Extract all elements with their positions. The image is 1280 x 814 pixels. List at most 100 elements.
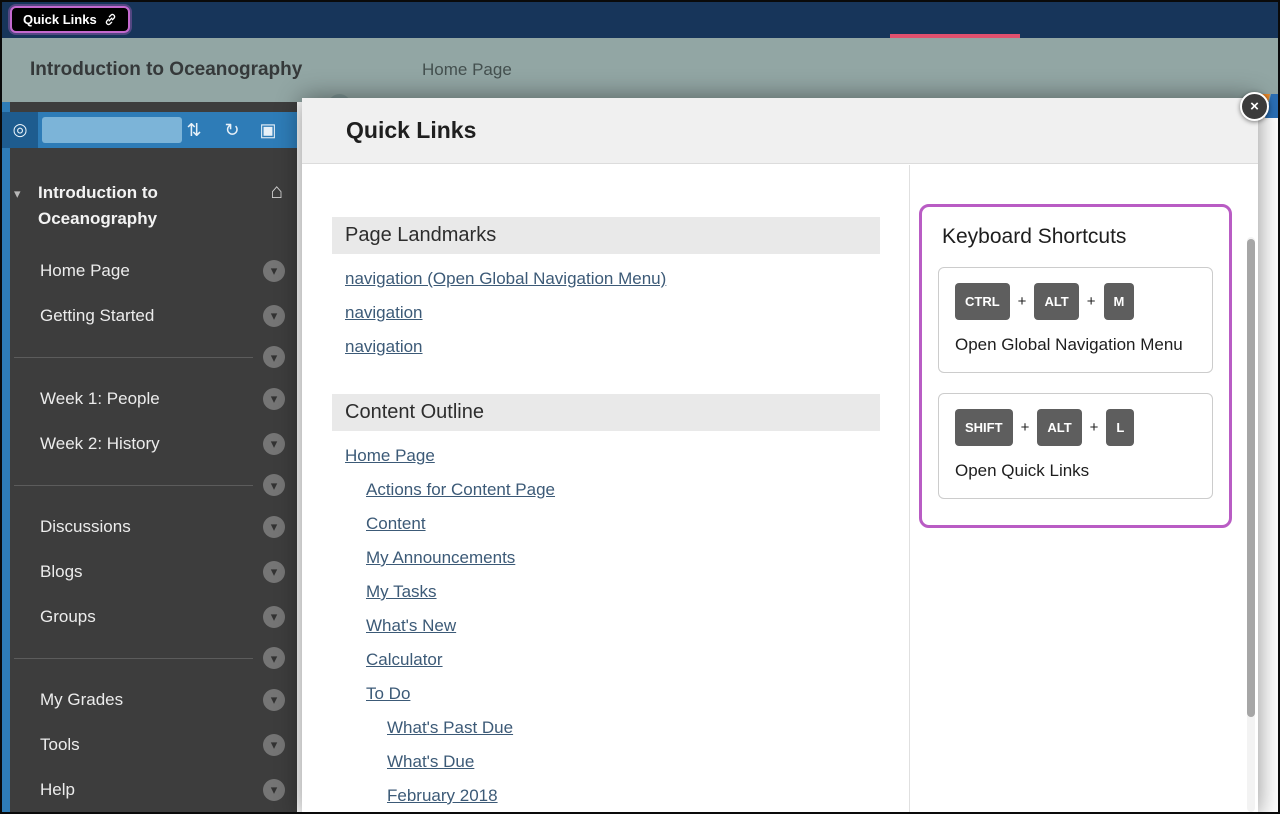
list-item: Home Page <box>345 439 880 473</box>
chevron-down-icon[interactable]: ▾ <box>263 734 285 756</box>
chevron-down-icon[interactable]: ▾ <box>263 346 285 368</box>
shortcut-keys: SHIFT + ALT + L <box>955 409 1196 446</box>
landmark-link[interactable]: navigation <box>345 337 423 357</box>
outline-link[interactable]: What's Past Due <box>387 718 513 738</box>
plus-sign: + <box>1087 293 1096 310</box>
outline-link[interactable]: February 2018 <box>387 786 498 806</box>
landmark-links: navigation (Open Global Navigation Menu)… <box>332 254 880 364</box>
landmark-link[interactable]: navigation (Open Global Navigation Menu) <box>345 269 666 289</box>
chevron-down-icon[interactable]: ▾ <box>263 779 285 801</box>
sidebar-item-tools[interactable]: Tools ▾ <box>10 722 297 767</box>
breadcrumb: Home Page <box>422 38 512 102</box>
list-item: Actions for Content Page <box>345 473 880 507</box>
chevron-down-icon[interactable]: ▾ <box>263 647 285 669</box>
sidebar-item-week-2-history[interactable]: Week 2: History ▾ <box>10 421 297 466</box>
outline-link[interactable]: My Announcements <box>366 548 515 568</box>
sidebar-divider: ▾ <box>10 338 297 376</box>
keyboard-shortcuts-panel: Keyboard Shortcuts CTRL + ALT + M Open G… <box>919 204 1232 528</box>
chevron-down-icon[interactable]: ▾ <box>263 689 285 711</box>
list-item: Content <box>345 507 880 541</box>
page-title: Introduction to Oceanography <box>30 38 302 102</box>
list-item: navigation <box>345 330 880 364</box>
sidebar-course-name[interactable]: Introduction to Oceanography <box>38 180 262 232</box>
outline-links: Home Page Actions for Content Page Conte… <box>332 431 880 813</box>
chevron-down-icon[interactable]: ▾ <box>263 260 285 282</box>
refresh-button[interactable]: ↻ <box>218 112 246 148</box>
sidebar-item-label: Week 1: People <box>40 389 263 409</box>
chevron-down-icon[interactable]: ▾ <box>263 433 285 455</box>
plus-sign: + <box>1021 419 1030 436</box>
shortcut-card: SHIFT + ALT + L Open Quick Links <box>938 393 1213 499</box>
outline-link[interactable]: To Do <box>366 684 410 704</box>
outline-link[interactable]: What's Due <box>387 752 474 772</box>
view-toggle-button[interactable]: ◎ <box>2 112 38 148</box>
divider <box>14 357 253 358</box>
list-item: My Tasks <box>345 575 880 609</box>
outline-link[interactable]: Home Page <box>345 446 435 466</box>
menu-display-box[interactable] <box>42 117 182 143</box>
key-cap: SHIFT <box>955 409 1013 446</box>
list-item: To Do <box>345 677 880 711</box>
list-item: My Announcements <box>345 541 880 575</box>
caret-down-icon[interactable]: ▾ <box>14 186 28 232</box>
key-cap: CTRL <box>955 283 1010 320</box>
sidebar-course-title[interactable]: ▾ Introduction to Oceanography ⌂ <box>10 172 297 248</box>
sidebar-item-home-page[interactable]: Home Page ▾ <box>10 248 297 293</box>
sidebar-item-blogs[interactable]: Blogs ▾ <box>10 549 297 594</box>
quick-links-label: Quick Links <box>23 12 97 27</box>
key-cap: ALT <box>1037 409 1081 446</box>
close-button[interactable]: × <box>1240 92 1269 121</box>
list-item: navigation (Open Global Navigation Menu) <box>345 262 880 296</box>
sidebar-divider: ▾ <box>10 466 297 504</box>
chevron-down-icon[interactable]: ▾ <box>263 606 285 628</box>
scrollbar[interactable] <box>1247 237 1255 812</box>
sidebar-toolbar: ◎ ⇅ ↻ ▣ <box>2 112 297 148</box>
divider <box>14 658 253 659</box>
modal-left-column: Page Landmarks navigation (Open Global N… <box>332 165 880 813</box>
target-icon: ◎ <box>13 120 28 140</box>
sidebar-item-label: Help <box>40 780 263 800</box>
sidebar-item-groups[interactable]: Groups ▾ <box>10 594 297 639</box>
chevron-down-icon[interactable]: ▾ <box>263 561 285 583</box>
list-item: What's Past Due <box>345 711 880 745</box>
quick-links-button[interactable]: Quick Links <box>10 6 130 33</box>
sidebar-item-my-grades[interactable]: My Grades ▾ <box>10 677 297 722</box>
shortcut-keys: CTRL + ALT + M <box>955 283 1196 320</box>
outline-link[interactable]: Calculator <box>366 650 443 670</box>
sidebar-collapse-strip[interactable] <box>2 102 10 814</box>
chevron-down-icon[interactable]: ▾ <box>263 474 285 496</box>
sidebar-item-week-1-people[interactable]: Week 1: People ▾ <box>10 376 297 421</box>
chevron-down-icon[interactable]: ▾ <box>263 388 285 410</box>
shortcut-description: Open Quick Links <box>955 458 1196 483</box>
list-item: Calculator <box>345 643 880 677</box>
refresh-icon: ↻ <box>224 120 239 140</box>
plus-sign: + <box>1090 419 1099 436</box>
home-icon: ⌂ <box>270 180 283 232</box>
modal-right-column: Keyboard Shortcuts CTRL + ALT + M Open G… <box>919 165 1249 528</box>
open-window-button[interactable]: ▣ <box>254 112 282 148</box>
sidebar-item-help[interactable]: Help ▾ <box>10 767 297 812</box>
plus-sign: + <box>1018 293 1027 310</box>
scrollbar-thumb[interactable] <box>1247 239 1255 717</box>
close-icon: × <box>1250 98 1259 115</box>
outline-link[interactable]: What's New <box>366 616 456 636</box>
page: Quick Links Introduction to Oceanography… <box>0 0 1280 814</box>
keyboard-shortcuts-title: Keyboard Shortcuts <box>942 225 1213 249</box>
list-item: navigation <box>345 296 880 330</box>
course-menu-sidebar: ◎ ⇅ ↻ ▣ ▾ Introduction to Oceanography ⌂ <box>2 102 297 814</box>
sidebar-item-discussions[interactable]: Discussions ▾ <box>10 504 297 549</box>
outline-link[interactable]: Actions for Content Page <box>366 480 555 500</box>
outline-link[interactable]: My Tasks <box>366 582 437 602</box>
list-item: What's New <box>345 609 880 643</box>
sidebar-item-getting-started[interactable]: Getting Started ▾ <box>10 293 297 338</box>
chevron-down-icon[interactable]: ▾ <box>263 516 285 538</box>
reorder-button[interactable]: ⇅ <box>180 112 208 148</box>
outline-link[interactable]: Content <box>366 514 426 534</box>
chevron-down-icon[interactable]: ▾ <box>263 305 285 327</box>
modal-title: Quick Links <box>346 117 476 144</box>
list-item: What's Due <box>345 745 880 779</box>
content-outline-header: Content Outline <box>332 394 880 431</box>
landmark-link[interactable]: navigation <box>345 303 423 323</box>
sort-arrows-icon: ⇅ <box>186 120 201 140</box>
modal-header: Quick Links <box>302 98 1258 164</box>
